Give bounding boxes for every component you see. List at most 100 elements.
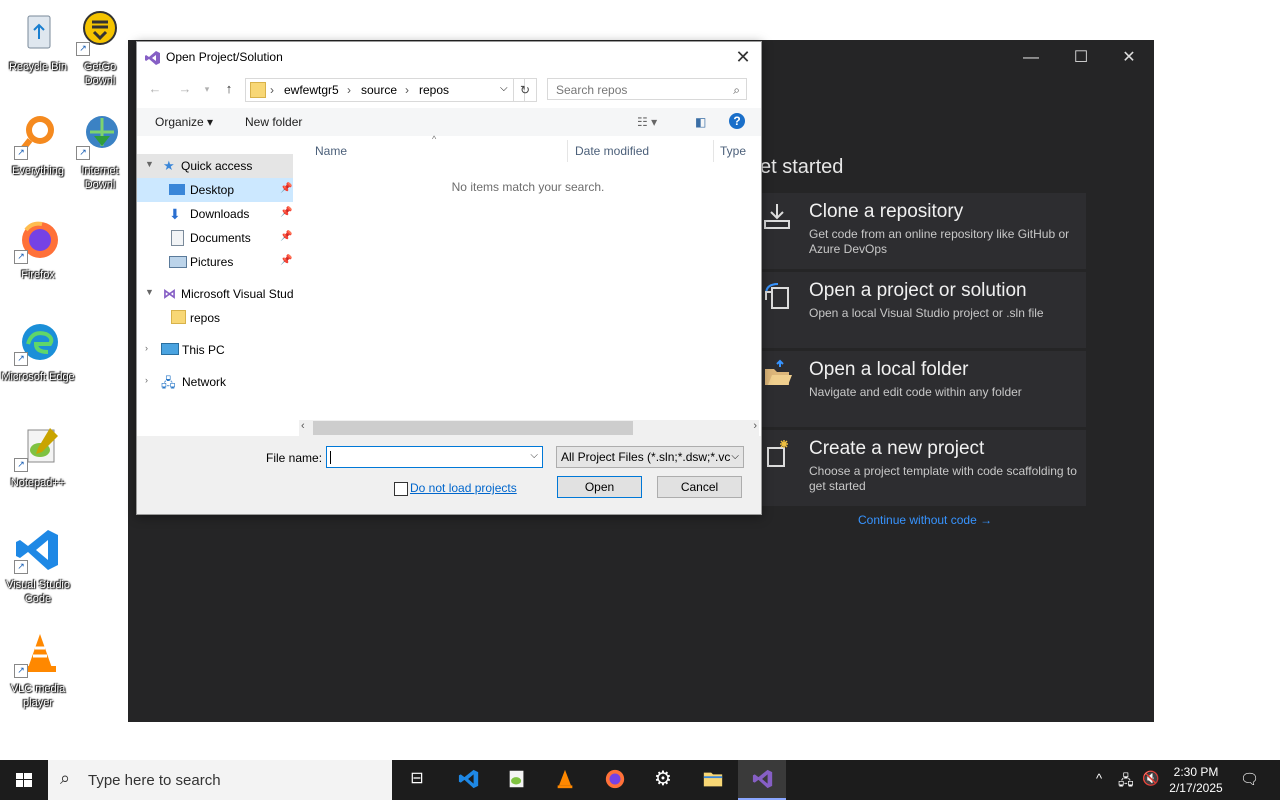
desktop-icon-label: Internet Downl	[81, 165, 119, 191]
desktop-icon-edge[interactable]: ↗ Microsoft Edge	[0, 318, 76, 384]
close-window-button[interactable]: ✕	[1114, 48, 1144, 68]
nav-microsoft-visual-studio[interactable]: ▼ ⋈ Microsoft Visual Stud	[137, 282, 294, 306]
create-new-project-card[interactable]: Create a new project Choose a project te…	[756, 430, 1086, 506]
dialog-footer: File name: ⌵ All Project Files (*.sln;*.…	[137, 436, 761, 514]
nav-desktop[interactable]: Desktop 📌	[137, 178, 293, 202]
document-icon	[171, 230, 184, 246]
address-bar[interactable]: › ewfewtgr5 › source › repos ⌵	[245, 78, 525, 102]
taskbar-firefox[interactable]	[590, 760, 638, 800]
nav-network[interactable]: › 🖧 Network	[137, 370, 293, 394]
column-separator	[713, 140, 714, 162]
card-title: Clone a repository	[809, 201, 964, 222]
notepad-plus-plus-icon	[509, 770, 524, 788]
taskbar-settings[interactable]: ⚙	[638, 760, 686, 800]
network-status-icon[interactable]: 🖧	[1118, 770, 1134, 794]
shortcut-arrow-icon: ↗	[76, 42, 90, 56]
nav-this-pc[interactable]: › This PC	[137, 338, 293, 362]
open-project-card[interactable]: Open a project or solution Open a local …	[756, 272, 1086, 348]
file-list-pane: ^ Name Date modified Type No items match…	[295, 134, 761, 436]
edge-icon: ↗	[14, 318, 62, 366]
chevron-down-icon[interactable]: ⌵	[530, 450, 538, 461]
continue-without-code-link[interactable]: Continue without code →	[858, 513, 992, 527]
breadcrumb-ewfewtgr5[interactable]: ewfewtgr5	[284, 83, 339, 97]
desktop-icon-label: GetGo Downl	[83, 61, 117, 87]
nav-downloads[interactable]: ⬇ Downloads 📌	[137, 202, 293, 226]
new-folder-button[interactable]: New folder	[245, 115, 302, 129]
do-not-load-label[interactable]: Do not load projects	[410, 481, 517, 495]
show-hidden-icons-button[interactable]: ^	[1096, 771, 1102, 786]
minimize-button[interactable]: —	[1016, 48, 1046, 68]
column-header-date-modified[interactable]: Date modified	[575, 144, 649, 158]
breadcrumb-source[interactable]: source	[361, 83, 397, 97]
open-button[interactable]: Open	[557, 476, 642, 498]
star-icon: ★	[163, 158, 175, 173]
cancel-button[interactable]: Cancel	[657, 476, 742, 498]
nav-pictures[interactable]: Pictures 📌	[137, 250, 293, 274]
taskbar-vscode[interactable]	[444, 760, 492, 800]
shortcut-arrow-icon: ↗	[14, 250, 28, 264]
system-clock[interactable]: 2:30 PM 2/17/2025	[1168, 764, 1224, 796]
open-local-folder-card[interactable]: Open a local folder Navigate and edit co…	[756, 351, 1086, 427]
desktop-icon-recycle-bin[interactable]: Recycle Bin	[0, 8, 76, 74]
card-title: Create a new project	[809, 438, 985, 459]
desktop-icon-notepadpp[interactable]: ↗ Notepad++	[0, 424, 76, 490]
notification-center-icon[interactable]: 🗨	[1240, 770, 1259, 788]
do-not-load-checkbox[interactable]	[394, 482, 408, 496]
desktop-icon-getgo[interactable]: ↗ GetGo Downl	[74, 8, 126, 88]
column-header-name[interactable]: Name	[315, 144, 347, 158]
refresh-icon[interactable]: ↻	[513, 78, 537, 102]
desktop-icon-everything[interactable]: ↗ Everything	[0, 112, 76, 178]
chevron-down-icon: ▼	[145, 159, 154, 169]
nav-label: repos	[190, 311, 221, 325]
maximize-button[interactable]: ☐	[1066, 48, 1096, 68]
get-started-heading: et started	[760, 156, 844, 178]
organize-button[interactable]: Organize ▾	[155, 115, 213, 129]
chevron-right-icon: ›	[145, 343, 148, 353]
volume-muted-icon[interactable]: 🔇	[1142, 770, 1159, 787]
address-dropdown-icon[interactable]: ⌵	[500, 83, 508, 94]
scrollbar-thumb[interactable]	[313, 421, 633, 435]
breadcrumb-separator: ›	[270, 83, 274, 97]
help-icon[interactable]: ?	[729, 113, 745, 129]
forward-arrow-icon[interactable]: →	[175, 80, 195, 98]
preview-pane-icon[interactable]: ◧	[695, 115, 706, 129]
breadcrumb-repos[interactable]: repos	[419, 83, 449, 97]
horizontal-scrollbar[interactable]: ‹ ›	[299, 420, 759, 436]
nav-quick-access[interactable]: ▼ ★ Quick access	[137, 154, 293, 178]
task-view-button[interactable]: ⊟	[392, 760, 440, 800]
file-name-input[interactable]: ⌵	[326, 446, 543, 468]
internet-download-manager-icon: ↗	[76, 112, 124, 160]
back-arrow-icon[interactable]: ←	[145, 80, 165, 98]
up-arrow-icon[interactable]: ↑	[219, 80, 239, 98]
taskbar-vlc[interactable]	[540, 760, 588, 800]
taskbar-file-explorer[interactable]	[688, 760, 736, 800]
taskbar-notepadpp[interactable]	[492, 760, 540, 800]
taskbar-search-box[interactable]: ⌕ Type here to search	[48, 760, 392, 800]
chevron-down-icon[interactable]: ▾	[197, 80, 217, 98]
view-options-icon[interactable]: ☷ ▾	[637, 115, 657, 129]
desktop-icon-vlc[interactable]: ↗ VLC media player	[0, 630, 76, 710]
card-description: Choose a project template with code scaf…	[809, 464, 1077, 493]
clone-repository-card[interactable]: Clone a repository Get code from an onli…	[756, 193, 1086, 269]
windows-start-button[interactable]	[0, 760, 48, 800]
file-type-filter-select[interactable]: All Project Files (*.sln;*.dsw;*.vc ⌵	[556, 446, 744, 468]
desktop-icon-internet-download[interactable]: ↗ Internet Downl	[74, 112, 126, 192]
chevron-right-icon: ›	[145, 375, 148, 385]
desktop-icon-vscode[interactable]: ↗ Visual Studio Code	[0, 526, 76, 606]
breadcrumb-separator: ›	[405, 83, 409, 97]
open-folder-icon	[762, 359, 792, 389]
column-header-type[interactable]: Type	[720, 144, 746, 158]
dialog-close-button[interactable]: ✕	[731, 45, 755, 69]
new-project-icon	[762, 438, 792, 468]
search-input[interactable]: Search repos ⌕	[547, 78, 747, 100]
nav-repos[interactable]: repos	[137, 306, 293, 330]
folder-icon	[171, 310, 186, 324]
sort-arrow-icon: ^	[432, 134, 437, 144]
desktop-icon-label: Recycle Bin	[8, 61, 68, 73]
nav-documents[interactable]: Documents 📌	[137, 226, 293, 250]
scroll-right-icon[interactable]: ›	[753, 420, 757, 432]
taskbar-visual-studio[interactable]	[738, 760, 786, 800]
desktop-icon-firefox[interactable]: ↗ Firefox	[0, 216, 76, 282]
scroll-left-icon[interactable]: ‹	[301, 420, 305, 432]
clock-date: 2/17/2025	[1169, 781, 1223, 795]
